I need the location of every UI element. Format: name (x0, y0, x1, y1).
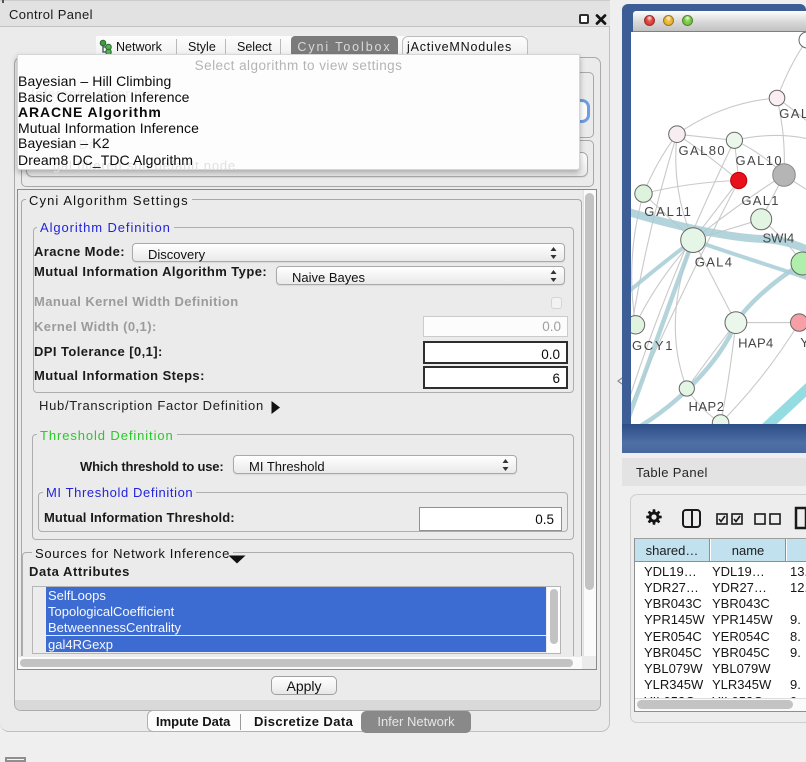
svg-text:HAP4: HAP4 (738, 336, 774, 351)
svg-text:GAL11: GAL11 (644, 204, 693, 219)
svg-text:YJL: YJL (800, 335, 806, 350)
svg-text:GAL80: GAL80 (679, 143, 726, 158)
svg-text:GAL4: GAL4 (695, 255, 733, 270)
svg-text:GAL7: GAL7 (779, 106, 806, 121)
svg-text:GAL1: GAL1 (741, 193, 779, 208)
svg-text:GAL10: GAL10 (736, 153, 783, 168)
svg-text:HAP2: HAP2 (689, 399, 725, 414)
svg-text:SWI4: SWI4 (763, 230, 795, 245)
svg-text:GCY1: GCY1 (632, 338, 674, 353)
